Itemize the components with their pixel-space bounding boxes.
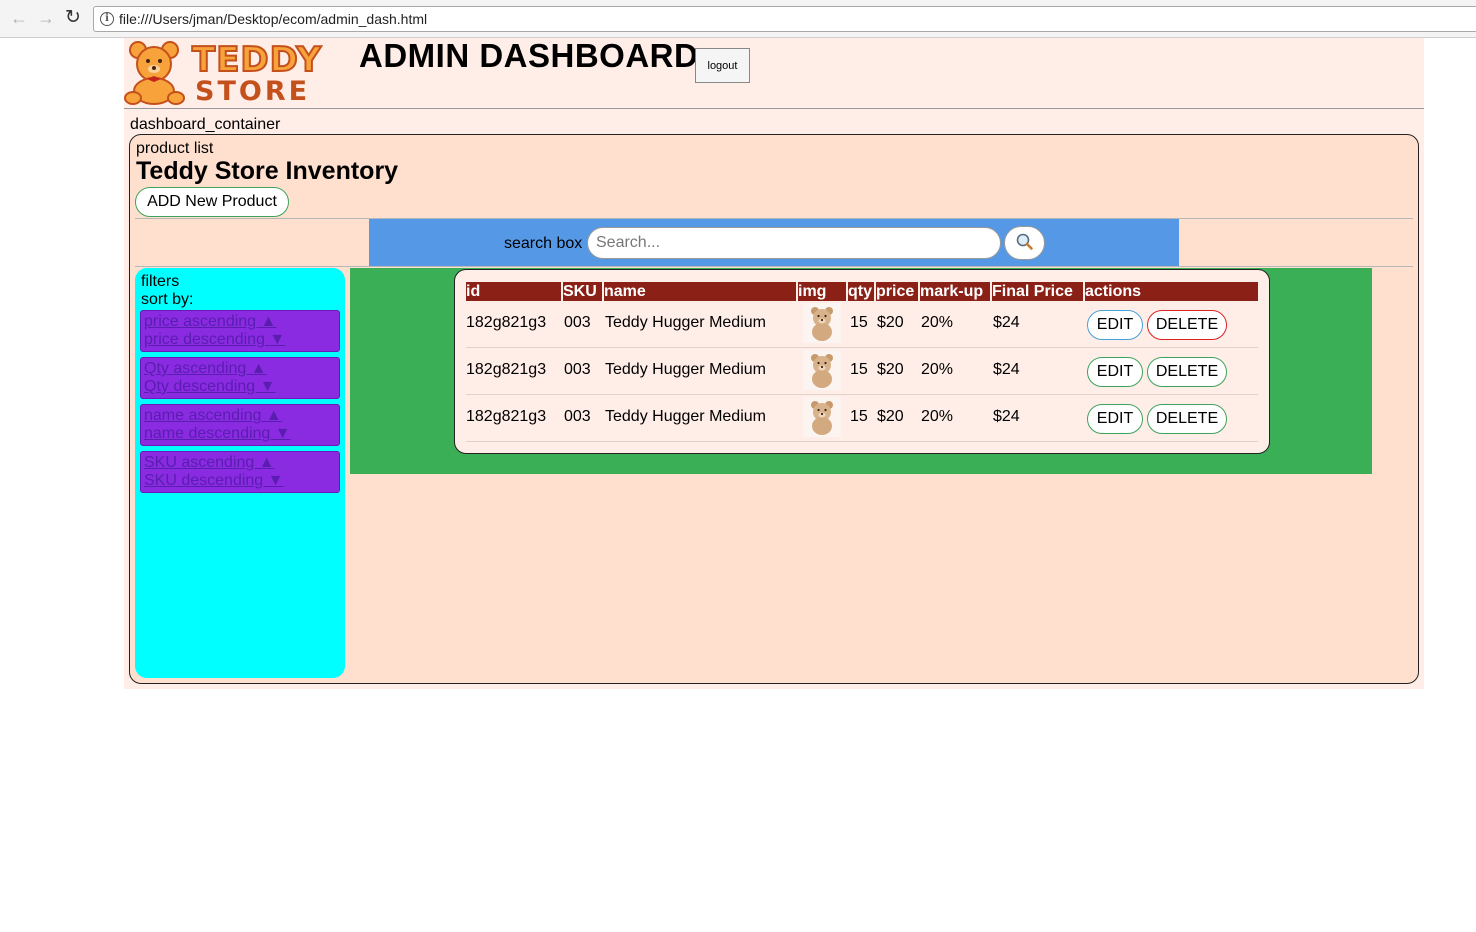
search-box-label: search box	[504, 235, 583, 252]
logout-button[interactable]: logout	[695, 48, 750, 83]
cell-sku: 003	[564, 361, 591, 378]
cell-id: 182g821g3	[466, 408, 547, 425]
edit-button[interactable]: EDIT	[1087, 357, 1143, 387]
table-row: 182g821g3 003 Teddy Hugger Medium 15 $20…	[466, 301, 1258, 348]
cell-sku: 003	[564, 314, 591, 331]
filters-panel: filters sort by: price ascending ▲ price…	[135, 268, 345, 678]
cell-id: 182g821g3	[466, 361, 547, 378]
divider	[135, 266, 1413, 267]
column-header-id[interactable]: id	[466, 282, 480, 301]
search-input[interactable]	[587, 227, 1001, 259]
cell-final-price: $24	[993, 361, 1020, 378]
cell-markup: 20%	[921, 314, 954, 331]
sort-name-ascending-link[interactable]: name ascending ▲	[144, 407, 282, 425]
cell-name: Teddy Hugger Medium	[605, 314, 766, 331]
logo-text-store: STORE	[195, 76, 311, 107]
cell-markup: 20%	[921, 408, 954, 425]
sort-price-ascending-link[interactable]: price ascending ▲	[144, 313, 276, 331]
product-list-label: product list	[136, 140, 214, 157]
cell-price: $20	[877, 361, 904, 378]
info-icon[interactable]: i	[100, 12, 114, 26]
product-thumbnail	[803, 350, 841, 390]
cell-name: Teddy Hugger Medium	[605, 361, 766, 378]
product-table-area: id SKU name img qty price mark-up Final …	[350, 268, 1372, 474]
column-header-final-price[interactable]: Final Price	[992, 282, 1073, 301]
filters-label: filters	[141, 273, 180, 290]
dashboard-container-label: dashboard_container	[130, 116, 281, 133]
column-header-actions: actions	[1085, 283, 1142, 300]
product-thumbnail	[803, 303, 841, 343]
cell-price: $20	[877, 408, 904, 425]
sort-by-label: sort by:	[141, 291, 194, 308]
delete-button[interactable]: DELETE	[1147, 310, 1227, 340]
cell-id: 182g821g3	[466, 314, 547, 331]
cell-qty: 15	[850, 314, 868, 331]
teddy-bear-thumbnail-icon	[811, 307, 833, 341]
sort-qty-descending-link[interactable]: Qty descending ▼	[144, 378, 275, 396]
teddy-bear-thumbnail-icon	[811, 354, 833, 388]
sort-group-price: price ascending ▲ price descending ▼	[140, 310, 340, 352]
cell-sku: 003	[564, 408, 591, 425]
back-arrow-icon[interactable]: ←	[9, 8, 29, 28]
header: TEDDY STORE ADMIN DASHBOARD logout	[124, 37, 1424, 109]
row-divider	[466, 441, 1258, 442]
table-row: 182g821g3 003 Teddy Hugger Medium 15 $20…	[466, 348, 1258, 395]
cell-price: $20	[877, 314, 904, 331]
sort-group-sku: SKU ascending ▲ SKU descending ▼	[140, 451, 340, 493]
logo-text-teddy: TEDDY	[191, 39, 323, 81]
product-thumbnail	[803, 397, 841, 437]
delete-button[interactable]: DELETE	[1147, 357, 1227, 387]
cell-final-price: $24	[993, 314, 1020, 331]
table-header: id SKU name img qty price mark-up Final …	[466, 282, 1258, 301]
product-table: id SKU name img qty price mark-up Final …	[454, 269, 1270, 454]
sort-qty-ascending-link[interactable]: Qty ascending ▲	[144, 360, 267, 378]
edit-button[interactable]: EDIT	[1087, 310, 1143, 340]
browser-toolbar: ← → ↻ i file:///Users/jman/Desktop/ecom/…	[0, 0, 1476, 38]
teddy-store-logo[interactable]: TEDDY STORE	[124, 39, 322, 107]
table-row: 182g821g3 003 Teddy Hugger Medium 15 $20…	[466, 395, 1258, 442]
url-text: file:///Users/jman/Desktop/ecom/admin_da…	[119, 11, 428, 27]
inventory-panel: product list Teddy Store Inventory ADD N…	[129, 134, 1419, 684]
column-header-markup[interactable]: mark-up	[920, 282, 983, 301]
column-header-price[interactable]: price	[876, 282, 914, 301]
sort-sku-ascending-link[interactable]: SKU ascending ▲	[144, 454, 275, 472]
column-header-name[interactable]: name	[604, 282, 646, 301]
sort-group-name: name ascending ▲ name descending ▼	[140, 404, 340, 446]
teddy-bear-icon	[124, 41, 185, 105]
add-new-product-button[interactable]: ADD New Product	[135, 187, 289, 217]
search-box: search box	[369, 219, 1179, 266]
sort-name-descending-link[interactable]: name descending ▼	[144, 425, 291, 443]
page-title: ADMIN DASHBOARD	[359, 37, 699, 74]
cell-final-price: $24	[993, 408, 1020, 425]
teddy-bear-thumbnail-icon	[811, 401, 833, 435]
admin-page: TEDDY STORE ADMIN DASHBOARD logout dashb…	[124, 37, 1424, 689]
column-header-sku[interactable]: SKU	[563, 282, 597, 301]
edit-button[interactable]: EDIT	[1087, 404, 1143, 434]
column-header-qty[interactable]: qty	[848, 282, 872, 301]
sort-group-qty: Qty ascending ▲ Qty descending ▼	[140, 357, 340, 399]
sort-price-descending-link[interactable]: price descending ▼	[144, 331, 285, 349]
address-bar[interactable]: i file:///Users/jman/Desktop/ecom/admin_…	[93, 6, 1476, 32]
forward-arrow-icon[interactable]: →	[36, 8, 56, 28]
reload-icon[interactable]: ↻	[63, 8, 83, 28]
cell-qty: 15	[850, 408, 868, 425]
cell-qty: 15	[850, 361, 868, 378]
magnifier-icon	[1016, 233, 1033, 250]
search-button[interactable]	[1004, 226, 1045, 260]
cell-name: Teddy Hugger Medium	[605, 408, 766, 425]
delete-button[interactable]: DELETE	[1147, 404, 1227, 434]
inventory-title: Teddy Store Inventory	[136, 157, 399, 185]
cell-markup: 20%	[921, 361, 954, 378]
column-header-img: img	[798, 283, 827, 300]
sort-sku-descending-link[interactable]: SKU descending ▼	[144, 472, 283, 490]
